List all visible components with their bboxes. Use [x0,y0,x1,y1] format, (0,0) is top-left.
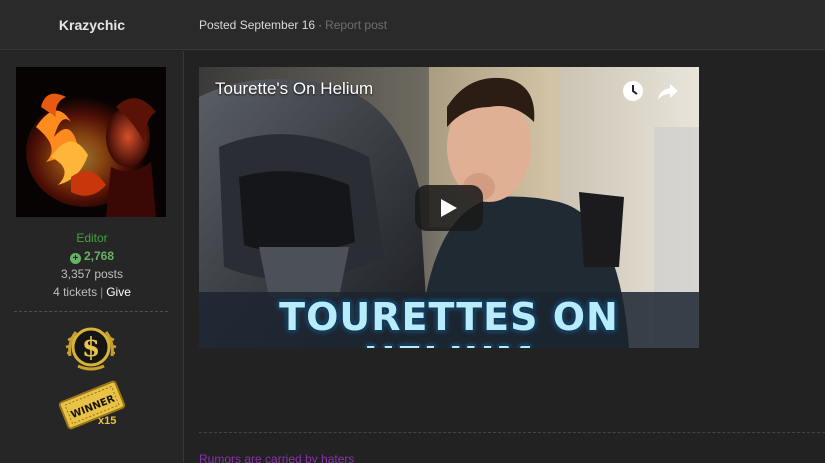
badge-count: x15 [98,415,117,427]
dollar-coin-icon[interactable]: $ [64,322,118,376]
reputation: +2,768 [0,249,184,264]
video-overlay-text: TOURETTES ON HELIUM [279,295,619,348]
play-icon [441,199,457,217]
posted-date: Posted September 16 [199,18,316,32]
avatar[interactable] [16,67,166,217]
tickets-row: 4 tickets | Give [0,285,184,299]
watch-later-icon[interactable] [622,80,644,102]
member-group: Editor [76,231,108,245]
signature-text: Rumors are carried by haters [199,452,355,463]
author-sidebar: Editor +2,768 3,357 posts 4 tickets | Give… [0,51,184,463]
post-header: Krazychic Posted September 16 · Report pos… [0,0,825,50]
youtube-video-embed[interactable]: Tourette's On Helium TOURETTES ON HELIUM [199,67,699,348]
author-name-link[interactable]: Krazychic [0,0,184,50]
video-title[interactable]: Tourette's On Helium [215,79,373,99]
sidebar-divider [14,311,168,312]
meta-separator: · [318,18,323,32]
reputation-value: 2,768 [83,249,115,263]
post-count: 3,357 posts [60,267,124,281]
ticket-count: 4 tickets [53,285,98,299]
give-tickets-link[interactable]: Give [106,285,131,299]
signature-divider [199,432,825,433]
avatar-phoenix-image [16,67,166,217]
report-post-link[interactable]: Report post [325,18,387,32]
plus-circle-icon: + [69,253,81,264]
post-meta: Posted September 16 · Report post [199,18,387,32]
tickets-separator: | [100,285,104,299]
winner-ticket-icon[interactable]: WINNER [56,377,128,433]
share-icon[interactable] [656,81,680,103]
play-button[interactable] [415,185,483,231]
svg-text:$: $ [82,333,100,363]
